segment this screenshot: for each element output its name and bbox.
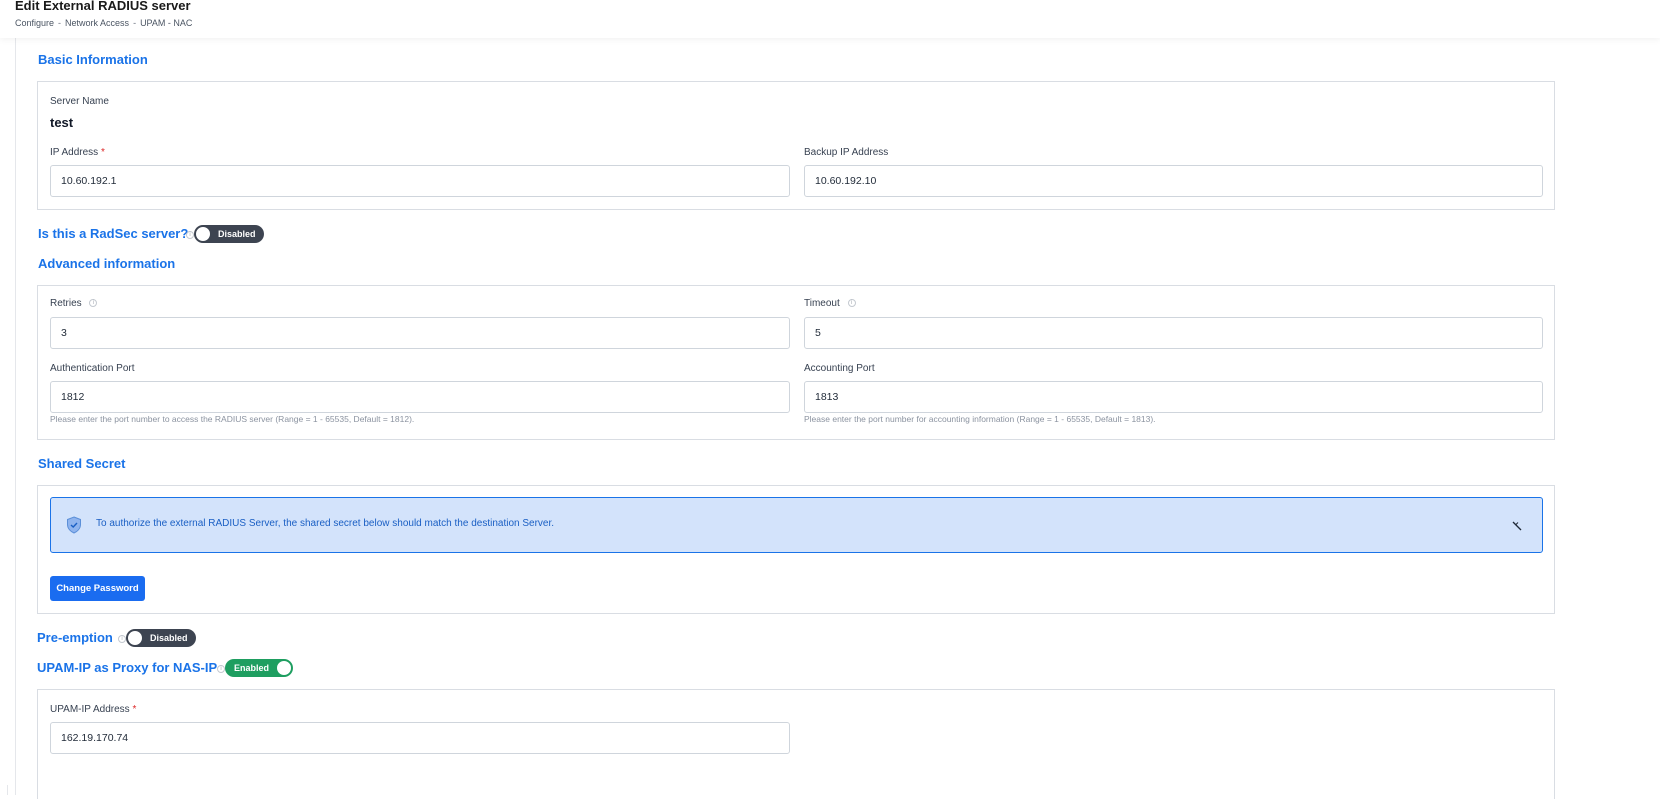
breadcrumb: Configure - Network Access - UPAM - NAC [15, 18, 192, 28]
upam-ip-address-input[interactable]: 162.19.170.74 [50, 722, 790, 754]
backup-ip-address-input[interactable]: 10.60.192.10 [804, 165, 1543, 197]
ip-address-input[interactable]: 10.60.192.1 [50, 165, 790, 197]
info-icon: i [118, 635, 126, 643]
change-password-button[interactable]: Change Password [50, 576, 145, 601]
timeout-label-text: Timeout [804, 298, 840, 309]
page-title: Edit External RADIUS server [15, 0, 191, 13]
basic-information-card: Server Name test IP Address * 10.60.192.… [37, 81, 1555, 210]
proxy-toggle-text: Enabled [234, 663, 270, 673]
toggle-knob [276, 660, 293, 676]
breadcrumb-separator: - [133, 18, 137, 28]
advanced-information-title: Advanced information [38, 256, 176, 271]
proxy-label: UPAM-IP as Proxy for NAS-IP [37, 660, 218, 675]
preemption-toggle[interactable]: Disabled [126, 629, 196, 647]
ip-address-label-text: IP Address [50, 147, 99, 158]
accounting-port-label: Accounting Port [804, 363, 875, 374]
server-name-value: test [50, 115, 74, 130]
page-header: Edit External RADIUS server Configure - … [0, 0, 1660, 38]
upam-ip-address-label-text: UPAM-IP Address [50, 704, 130, 715]
page-edge [0, 785, 8, 795]
close-icon[interactable] [1512, 518, 1522, 536]
authentication-port-input[interactable]: 1812 [50, 381, 790, 413]
required-mark: * [100, 147, 105, 158]
ip-address-label: IP Address * [50, 147, 105, 158]
retries-label: Retries i [50, 298, 98, 309]
radsec-label: Is this a RadSec server? [38, 226, 189, 241]
toggle-knob [127, 630, 143, 646]
breadcrumb-upam-nac[interactable]: UPAM - NAC [140, 18, 192, 28]
breadcrumb-configure[interactable]: Configure [15, 18, 54, 28]
retries-label-text: Retries [50, 298, 82, 309]
info-icon: i [186, 231, 194, 239]
authentication-port-label: Authentication Port [50, 363, 135, 374]
basic-information-title: Basic Information [38, 52, 148, 67]
breadcrumb-separator: - [58, 18, 62, 28]
form-content: Basic Information Server Name test IP Ad… [15, 38, 1660, 799]
advanced-information-card: Retries i 3 Timeout i 5 Authentication P… [37, 285, 1555, 440]
info-icon: i [847, 299, 856, 308]
info-icon: i [217, 665, 225, 673]
shield-check-icon [66, 516, 82, 539]
shared-secret-card: To authorize the external RADIUS Server,… [37, 485, 1555, 614]
toggle-knob [195, 226, 211, 242]
radsec-toggle[interactable]: Disabled [194, 225, 264, 243]
info-icon: i [89, 299, 98, 308]
upam-ip-address-label: UPAM-IP Address * [50, 704, 136, 715]
timeout-input[interactable]: 5 [804, 317, 1543, 349]
proxy-toggle[interactable]: Enabled [225, 659, 294, 677]
breadcrumb-network-access[interactable]: Network Access [65, 18, 129, 28]
preemption-label: Pre-emption [37, 630, 113, 645]
shared-secret-alert-text: To authorize the external RADIUS Server,… [96, 518, 555, 529]
retries-input[interactable]: 3 [50, 317, 790, 349]
radsec-toggle-text: Disabled [218, 229, 256, 239]
timeout-label: Timeout i [804, 298, 856, 309]
shared-secret-alert: To authorize the external RADIUS Server,… [50, 497, 1543, 553]
accounting-port-help: Please enter the port number for account… [804, 414, 1156, 424]
authentication-port-help: Please enter the port number to access t… [50, 414, 415, 424]
proxy-card: UPAM-IP Address * 162.19.170.74 [37, 689, 1555, 799]
required-mark: * [132, 704, 137, 715]
shared-secret-title: Shared Secret [38, 456, 126, 471]
preemption-toggle-text: Disabled [150, 633, 188, 643]
server-name-label: Server Name [50, 96, 109, 107]
backup-ip-address-label: Backup IP Address [804, 147, 889, 158]
accounting-port-input[interactable]: 1813 [804, 381, 1543, 413]
